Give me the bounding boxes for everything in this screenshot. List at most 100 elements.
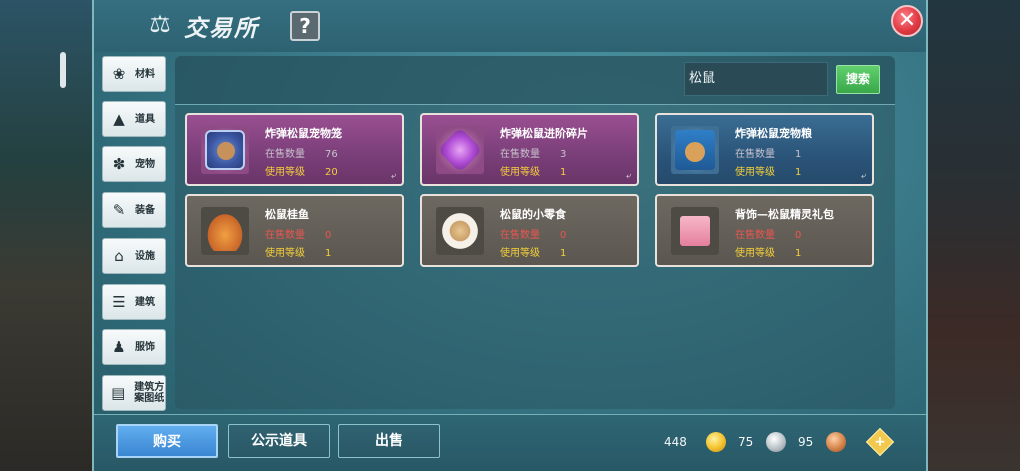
stock-label: 在售数量 [735,149,775,160]
item-name: 炸弹松鼠宠物笼 [265,127,342,140]
sidebar-item-label: 服饰 [135,341,155,353]
copper-coin-icon [826,432,846,452]
level-value: 20 [325,167,338,178]
scales-icon: ⚖ [149,10,171,38]
level-row: 使用等级 20 [265,163,338,178]
silver-coin-icon [766,432,786,452]
stock-row: 在售数量 76 [265,145,338,160]
materials-icon: ❀ [112,65,126,83]
stock-value: 3 [560,149,567,160]
level-value: 1 [795,248,802,259]
fried-fish-icon [201,207,249,255]
game-screen: ⚖ 交易所 ? ✕ ❀ 材料 ▲ 道具 ✽ 宠物 ✎ 装备 ⌂ 设施 ☰ 建筑 ♟ 服饰 ▤ 建… [0,0,1020,471]
sidebar-item-facility[interactable]: ⌂ 设施 [102,238,166,274]
item-card-snack[interactable]: 松鼠的小零食 在售数量 0 使用等级 1 [420,194,639,267]
advance-shard-icon [436,126,484,174]
level-label: 使用等级 [500,248,540,259]
tab-buy[interactable]: 购买 [116,424,218,458]
item-card-squirrel-cage[interactable]: 炸弹松鼠宠物笼 在售数量 76 使用等级 20 ⤶ [185,113,404,186]
item-name: 炸弹松鼠进阶碎片 [500,127,588,140]
stock-value: 1 [795,149,802,160]
facility-icon: ⌂ [114,247,124,265]
level-row: 使用等级 1 [735,244,801,259]
close-button[interactable]: ✕ [891,5,923,37]
stock-label: 在售数量 [265,149,305,160]
level-label: 使用等级 [735,167,775,178]
window-title: 交易所 [184,16,259,42]
sidebar-item-label: 建筑方案图纸 [134,382,165,404]
trading-window: ⚖ 交易所 ? ✕ ❀ 材料 ▲ 道具 ✽ 宠物 ✎ 装备 ⌂ 设施 ☰ 建筑 ♟ 服饰 ▤ 建… [92,0,928,471]
sidebar-item-label: 材料 [135,68,155,80]
pet-food-bag-icon [671,126,719,174]
sidebar-item-label: 设施 [135,250,155,262]
plus-icon: + [874,434,886,450]
sidebar-item-materials[interactable]: ❀ 材料 [102,56,166,92]
item-card-pet-food[interactable]: 炸弹松鼠宠物粮 在售数量 1 使用等级 1 ⤶ [655,113,874,186]
level-row: 使用等级 1 [500,244,566,259]
copper-amount: 95 [798,435,814,449]
snack-plate-icon [436,207,484,255]
gold-coin-icon [706,432,726,452]
item-name: 松鼠的小零食 [500,208,566,221]
return-arrow-icon: ⤶ [625,171,631,181]
gift-box-icon [671,207,719,255]
close-icon: ✕ [897,8,917,33]
building-icon: ☰ [112,293,126,311]
props-icon: ▲ [113,110,125,128]
item-card-advance-shard[interactable]: 炸弹松鼠进阶碎片 在售数量 3 使用等级 1 ⤶ [420,113,639,186]
squirrel-pet-cage-icon [201,126,249,174]
tab-sell[interactable]: 出售 [338,424,440,458]
sidebar-item-label: 宠物 [135,158,155,170]
stock-row: 在售数量 0 [265,226,331,241]
blueprint-icon: ▤ [111,384,126,402]
clothing-icon: ♟ [112,338,126,356]
item-name: 背饰—松鼠精灵礼包 [735,208,834,221]
sidebar-item-label: 道具 [135,113,155,125]
sidebar-item-label: 建筑 [135,296,155,308]
sidebar-item-clothing[interactable]: ♟ 服饰 [102,329,166,365]
level-label: 使用等级 [500,167,540,178]
level-label: 使用等级 [735,248,775,259]
pet-paw-icon: ✽ [112,155,126,173]
stock-row: 在售数量 1 [735,145,801,160]
level-value: 1 [795,167,802,178]
stock-label: 在售数量 [735,230,775,241]
stock-value: 0 [325,230,332,241]
stock-label: 在售数量 [500,230,540,241]
stock-value: 0 [795,230,802,241]
tab-public-items[interactable]: 公示道具 [228,424,330,458]
stock-value: 0 [560,230,567,241]
equipment-icon: ✎ [112,201,126,219]
sidebar-item-equipment[interactable]: ✎ 装备 [102,192,166,228]
level-label: 使用等级 [265,248,305,259]
silver-amount: 75 [738,435,754,449]
level-row: 使用等级 1 [500,163,566,178]
sidebar-item-pets[interactable]: ✽ 宠物 [102,146,166,182]
return-arrow-icon: ⤶ [390,171,396,181]
item-card-gift-pack[interactable]: 背饰—松鼠精灵礼包 在售数量 0 使用等级 1 [655,194,874,267]
level-value: 1 [560,248,567,259]
level-label: 使用等级 [265,167,305,178]
stock-row: 在售数量 3 [500,145,566,160]
item-card-fried-fish[interactable]: 松鼠桂鱼 在售数量 0 使用等级 1 [185,194,404,267]
sidebar-item-props[interactable]: ▲ 道具 [102,101,166,137]
scene-right-background [925,0,1020,471]
sidebar-item-building[interactable]: ☰ 建筑 [102,284,166,320]
stock-row: 在售数量 0 [735,226,801,241]
gold-amount: 448 [664,435,687,449]
level-value: 1 [325,248,332,259]
stock-label: 在售数量 [500,149,540,160]
sidebar-item-label: 装备 [135,204,155,216]
search-input[interactable]: 松鼠 [684,62,828,96]
level-row: 使用等级 1 [735,163,801,178]
item-name: 炸弹松鼠宠物粮 [735,127,812,140]
level-row: 使用等级 1 [265,244,331,259]
sidebar-item-blueprint[interactable]: ▤ 建筑方案图纸 [102,375,166,411]
level-value: 1 [560,167,567,178]
scene-left-background [0,0,95,471]
stock-row: 在售数量 0 [500,226,566,241]
search-button[interactable]: 搜索 [836,65,880,94]
help-button[interactable]: ? [290,11,320,41]
title-bar: ⚖ 交易所 ? ✕ [94,0,926,52]
item-name: 松鼠桂鱼 [265,208,309,221]
